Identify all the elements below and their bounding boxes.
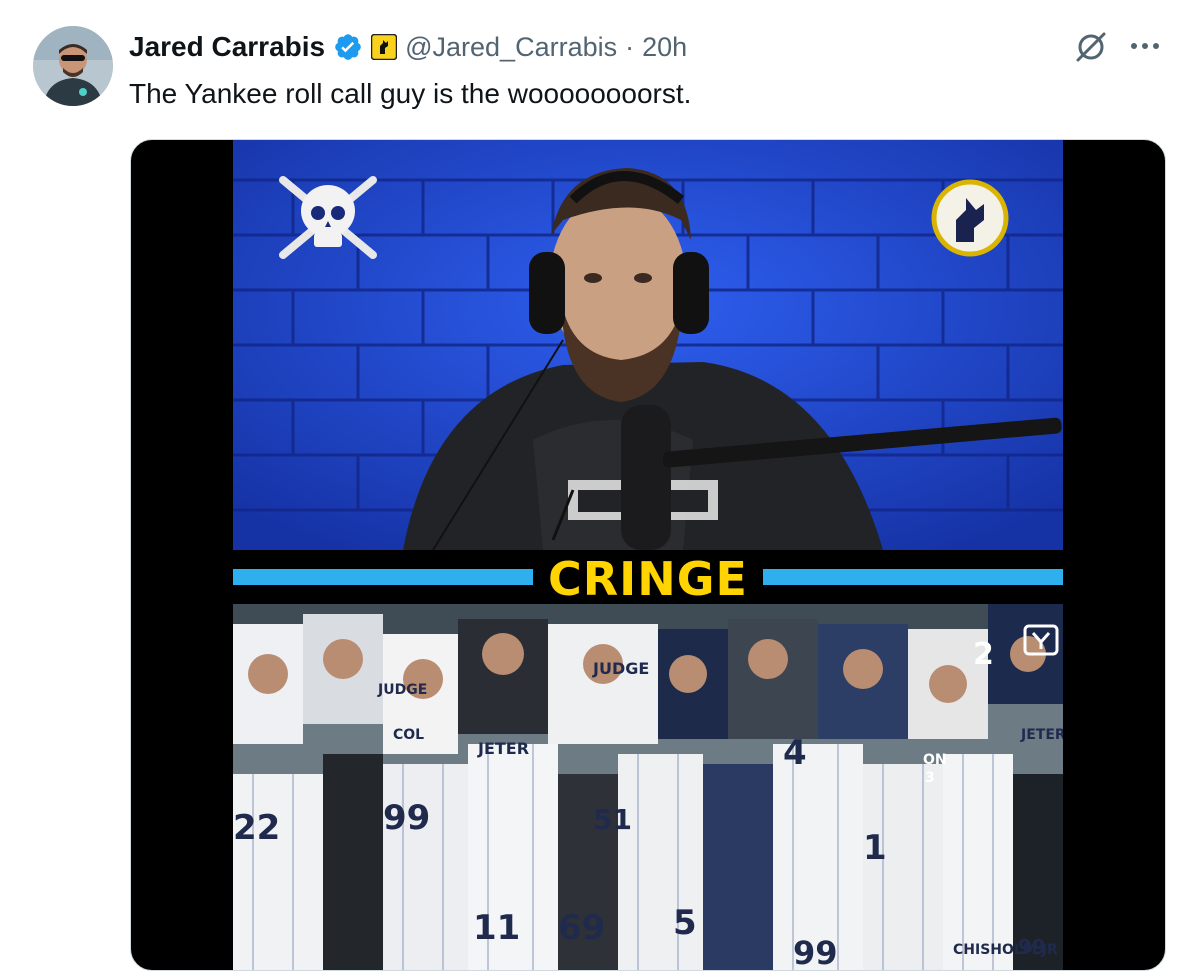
podcast-studio-scene (233, 140, 1063, 550)
jersey-text: 22 (233, 808, 280, 848)
more-icon[interactable] (1129, 36, 1161, 56)
jersey-text: 2 (973, 637, 994, 672)
jersey-text: JETER (1020, 727, 1063, 743)
jersey-text: JUDGE (592, 659, 649, 678)
jersey-text: 99 (1018, 935, 1046, 959)
author-handle[interactable]: @Jared_Carrabis (405, 32, 617, 63)
jersey-text: 69 (558, 908, 605, 948)
avatar[interactable] (33, 26, 113, 106)
jersey-text: 3 (925, 770, 935, 786)
separator-dot: · (625, 31, 635, 62)
tweet-header: Jared Carrabis @Jared_Carrabis · 20h (129, 30, 687, 64)
jersey-text: JUDGE (377, 682, 427, 698)
jersey-text: ON (923, 752, 947, 768)
grok-icon[interactable] (1074, 30, 1108, 64)
jersey-text: 4 (783, 733, 807, 773)
jersey-text: 51 (593, 803, 632, 836)
jersey-text: COL (393, 727, 424, 743)
jersey-text: 99 (383, 798, 430, 838)
crowd-front-row (233, 744, 1063, 970)
video-caption: CRINGE (548, 552, 748, 606)
yankees-crowd-scene: JUDGE JETER JUDGE JETER COL 22 99 51 11 … (233, 604, 1063, 970)
tweet-timestamp[interactable]: 20h (642, 32, 687, 63)
author-name[interactable]: Jared Carrabis (129, 31, 325, 63)
verified-badge-icon[interactable] (333, 32, 363, 62)
tweet-text: The Yankee roll call guy is the wooooooo… (129, 78, 692, 109)
caption-band: CRINGE (233, 550, 1063, 606)
jersey-text: JETER (477, 739, 529, 758)
jersey-text: 5 (673, 903, 697, 943)
jersey-text: 11 (473, 908, 520, 948)
barstool-logo (931, 179, 1009, 257)
jersey-text: 99 (793, 934, 838, 970)
barstool-affiliate-icon[interactable] (370, 33, 398, 61)
tweet[interactable]: Jared Carrabis @Jared_Carrabis · 20h The… (0, 0, 1196, 971)
video-frame[interactable]: CRINGE JUDGE JETER JUDGE JETER COL 22 99… (233, 140, 1063, 970)
jersey-text: 1 (863, 828, 887, 868)
tweet-video[interactable]: CRINGE JUDGE JETER JUDGE JETER COL 22 99… (130, 139, 1166, 971)
